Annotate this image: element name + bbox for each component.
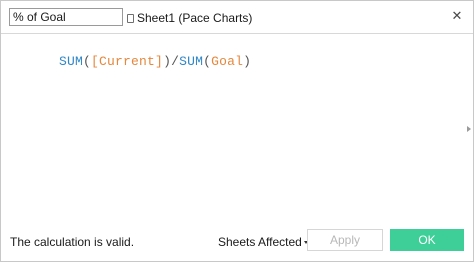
formula-function: SUM xyxy=(179,54,204,69)
sheets-affected-label: Sheets Affected xyxy=(218,235,302,249)
formula-editor[interactable]: SUM([Current])/SUM(Goal) xyxy=(1,34,473,226)
apply-button[interactable]: Apply xyxy=(307,229,383,251)
calculation-editor-dialog: Sheet1 (Pace Charts) ✕ SUM([Current])/SU… xyxy=(0,0,474,262)
data-source-label: Sheet1 (Pace Charts) xyxy=(127,10,252,26)
formula-field: [Current] xyxy=(91,54,164,69)
formula-field: Goal xyxy=(211,54,244,69)
expand-functions-arrow-icon[interactable] xyxy=(467,126,471,132)
datasource-icon xyxy=(127,13,134,23)
formula-text[interactable]: SUM([Current])/SUM(Goal) xyxy=(11,39,251,84)
dialog-footer: The calculation is valid. Sheets Affecte… xyxy=(1,227,473,261)
validation-status: The calculation is valid. xyxy=(10,235,135,249)
formula-operator: ( xyxy=(83,54,92,69)
formula-operator: ) xyxy=(163,54,172,69)
formula-operator: ) xyxy=(243,54,252,69)
dialog-header: Sheet1 (Pace Charts) ✕ xyxy=(1,1,473,34)
formula-operator: ( xyxy=(203,54,212,69)
calculation-name-input[interactable] xyxy=(9,8,123,26)
formula-function: SUM xyxy=(59,54,84,69)
close-icon[interactable]: ✕ xyxy=(450,9,464,23)
sheets-affected-dropdown[interactable]: Sheets Affected xyxy=(218,235,308,249)
data-source-name: Sheet1 (Pace Charts) xyxy=(137,11,253,25)
formula-operator: / xyxy=(171,54,180,69)
ok-button[interactable]: OK xyxy=(390,229,464,251)
